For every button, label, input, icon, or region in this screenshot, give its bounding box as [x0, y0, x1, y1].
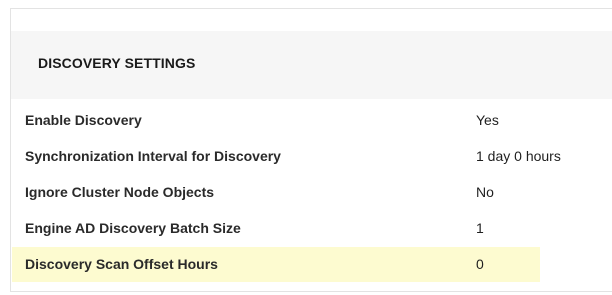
discovery-settings-panel: DISCOVERY SETTINGS Enable Discovery Yes … [10, 8, 612, 292]
setting-value: 1 day 0 hours [476, 148, 561, 164]
setting-label: Discovery Scan Offset Hours [25, 256, 218, 272]
setting-label: Engine AD Discovery Batch Size [25, 220, 241, 236]
section-title: DISCOVERY SETTINGS [38, 55, 196, 71]
setting-value: No [476, 184, 494, 200]
setting-label: Synchronization Interval for Discovery [25, 148, 281, 164]
setting-row-ignore-cluster-node-objects: Ignore Cluster Node Objects No [11, 175, 612, 210]
setting-row-discovery-scan-offset-hours: Discovery Scan Offset Hours 0 [11, 247, 612, 282]
setting-label: Ignore Cluster Node Objects [25, 184, 215, 200]
setting-value: Yes [476, 112, 499, 128]
setting-label: Enable Discovery [25, 112, 142, 128]
setting-row-enable-discovery: Enable Discovery Yes [11, 103, 612, 138]
setting-value: 0 [476, 256, 484, 272]
setting-row-engine-ad-discovery-batch-size: Engine AD Discovery Batch Size 1 [11, 211, 612, 246]
setting-value: 1 [476, 220, 484, 236]
setting-row-synchronization-interval: Synchronization Interval for Discovery 1… [11, 139, 612, 174]
section-header: DISCOVERY SETTINGS [11, 31, 612, 99]
